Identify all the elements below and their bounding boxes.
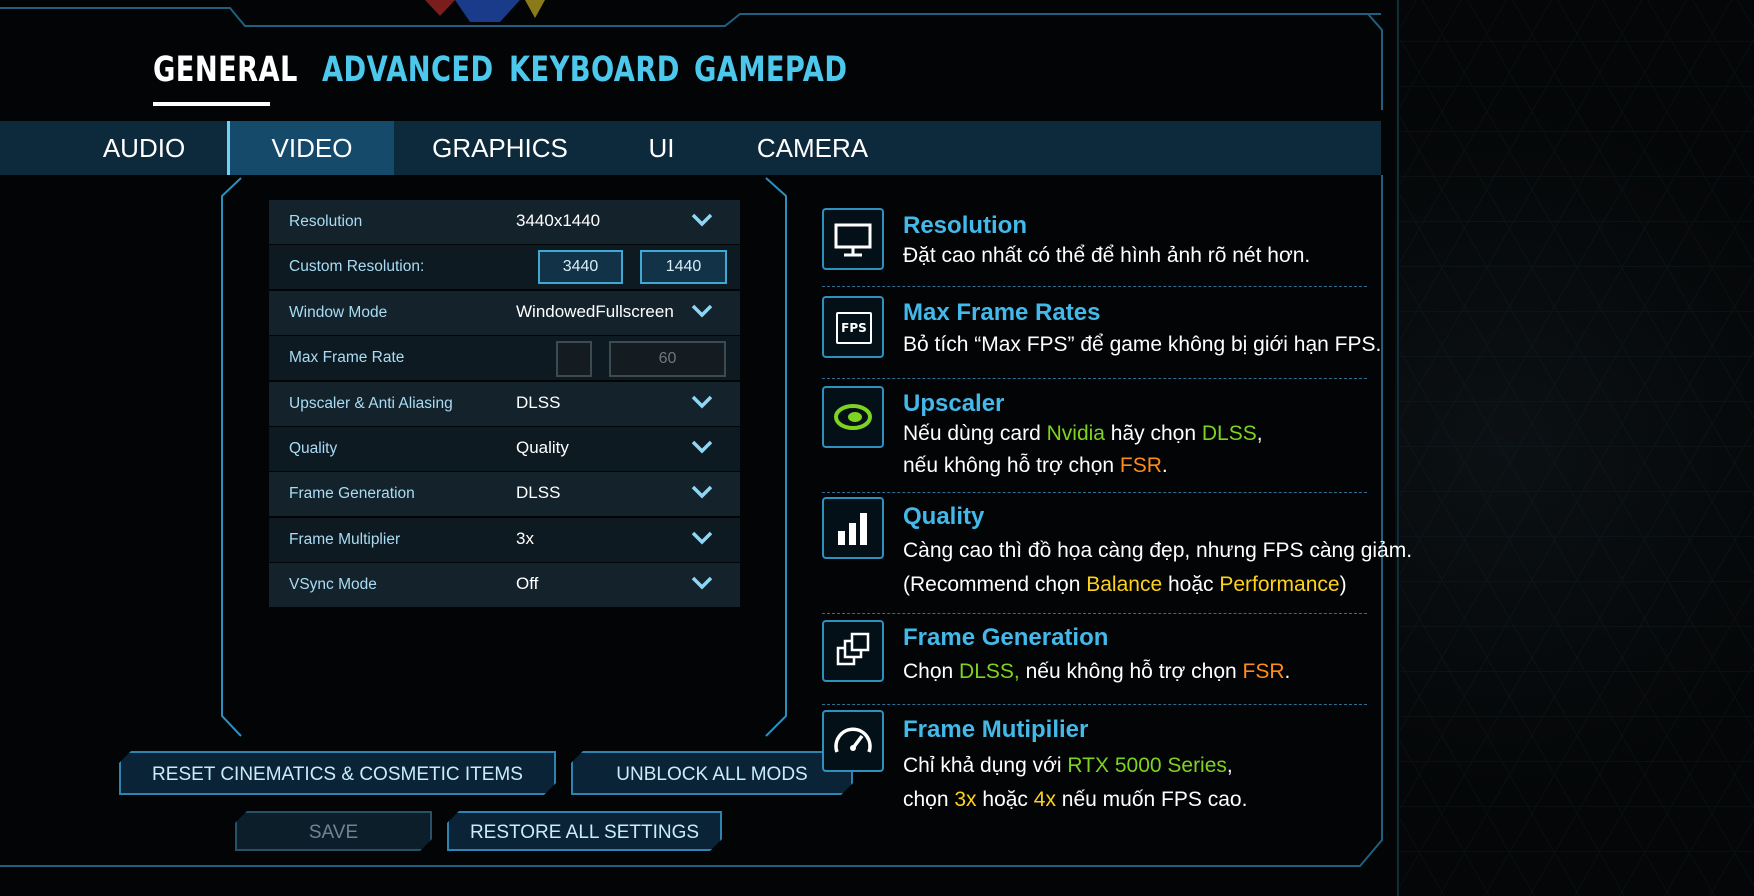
- subtab-graphics[interactable]: GRAPHICS: [405, 121, 595, 175]
- quality-value: Quality: [516, 438, 569, 457]
- info-frame-multiplier: Frame Mutipilier Chỉ khả dụng với RTX 50…: [822, 710, 1367, 820]
- vsync-label: VSync Mode: [289, 576, 377, 593]
- info-quality-line1: Càng cao thì đồ họa càng đẹp, nhưng FPS …: [903, 539, 1413, 562]
- divider: [822, 492, 1367, 493]
- custom-height-input[interactable]: 1440: [640, 250, 727, 284]
- upscaler-label: Upscaler & Anti Aliasing: [289, 395, 453, 412]
- custom-width-input[interactable]: 3440: [538, 250, 623, 284]
- custom-resolution-label: Custom Resolution:: [289, 258, 425, 275]
- unblock-mods-button[interactable]: UNBLOCK ALL MODS: [571, 751, 853, 795]
- info-frame-generation-title: Frame Generation: [903, 624, 1109, 651]
- info-frame-generation: Frame Generation Chọn DLSS, nếu không hỗ…: [822, 620, 1367, 690]
- chevron-down-icon[interactable]: [690, 573, 714, 593]
- upscaler-value: DLSS: [516, 393, 561, 412]
- frame-generation-row[interactable]: Frame Generation DLSS: [269, 472, 740, 516]
- tab-gamepad[interactable]: GAMEPAD: [694, 50, 847, 90]
- bar-chart-icon: [822, 497, 884, 559]
- info-max-frame-rates-title: Max Frame Rates: [903, 299, 1101, 326]
- reset-cinematics-button[interactable]: RESET CINEMATICS & COSMETIC ITEMS: [119, 751, 556, 795]
- subtab-video[interactable]: VIDEO: [227, 121, 394, 175]
- info-max-frame-rates-text: Bỏ tích “Max FPS” để game không bị giới …: [903, 333, 1382, 356]
- info-quality: Quality Càng cao thì đồ họa càng đẹp, nh…: [822, 497, 1412, 607]
- window-mode-row[interactable]: Window Mode WindowedFullscreen: [269, 291, 740, 335]
- fps-icon-label: FPS: [836, 312, 872, 344]
- frame-generation-value: DLSS: [516, 483, 561, 502]
- info-resolution-title: Resolution: [903, 212, 1027, 239]
- info-quality-title: Quality: [903, 503, 985, 530]
- custom-resolution-row: Custom Resolution: 3440 1440: [269, 245, 740, 289]
- divider: [822, 286, 1367, 287]
- info-upscaler: Upscaler Nếu dùng card Nvidia hãy chọn D…: [822, 386, 1367, 486]
- nvidia-icon: [822, 386, 884, 448]
- divider: [822, 704, 1367, 705]
- chevron-down-icon[interactable]: [690, 210, 714, 230]
- active-tab-underline: [153, 102, 270, 106]
- chevron-down-icon[interactable]: [690, 392, 714, 412]
- max-frame-rate-input[interactable]: 60: [609, 341, 726, 377]
- tab-advanced[interactable]: ADVANCED: [322, 50, 494, 90]
- quality-row[interactable]: Quality Quality: [269, 427, 740, 471]
- chevron-down-icon[interactable]: [690, 301, 714, 321]
- vsync-row[interactable]: VSync Mode Off: [269, 563, 740, 607]
- resolution-row[interactable]: Resolution 3440x1440: [269, 200, 740, 244]
- resolution-value: 3440x1440: [516, 211, 601, 230]
- frame-generation-label: Frame Generation: [289, 485, 415, 502]
- info-resolution-text: Đặt cao nhất có thể để hình ảnh rõ nét h…: [903, 244, 1311, 267]
- max-frame-rate-checkbox[interactable]: [556, 341, 592, 377]
- window-mode-value: WindowedFullscreen: [516, 302, 674, 321]
- gauge-icon: [822, 710, 884, 772]
- frame-multiplier-label: Frame Multiplier: [289, 531, 401, 548]
- tab-keyboard[interactable]: KEYBOARD: [509, 50, 680, 90]
- subtab-camera[interactable]: CAMERA: [735, 121, 890, 175]
- info-upscaler-line2: nếu không hỗ trợ chọn FSR.: [903, 454, 1168, 477]
- tab-general[interactable]: GENERAL: [153, 50, 298, 90]
- info-frame-multiplier-line2: chọn 3x hoặc 4x nếu muốn FPS cao.: [903, 788, 1248, 811]
- info-upscaler-line1: Nếu dùng card Nvidia hãy chọn DLSS,: [903, 422, 1263, 445]
- info-upscaler-title: Upscaler: [903, 390, 1005, 417]
- video-settings-panel: Resolution 3440x1440 Custom Resolution: …: [269, 200, 740, 611]
- restore-settings-button[interactable]: RESTORE ALL SETTINGS: [447, 811, 722, 851]
- chevron-down-icon[interactable]: [690, 482, 714, 502]
- monitor-icon: [822, 208, 884, 270]
- stacked-frames-icon: [822, 620, 884, 682]
- subtab-ui[interactable]: UI: [610, 121, 713, 175]
- vsync-value: Off: [516, 574, 539, 593]
- max-frame-rate-label: Max Frame Rate: [289, 349, 405, 366]
- subtab-audio[interactable]: AUDIO: [70, 121, 218, 175]
- info-frame-generation-text: Chọn DLSS, nếu không hỗ trợ chọn FSR.: [903, 660, 1291, 683]
- frame-multiplier-row[interactable]: Frame Multiplier 3x: [269, 518, 740, 562]
- info-frame-multiplier-line1: Chỉ khả dụng với RTX 5000 Series,: [903, 754, 1233, 777]
- info-resolution: Resolution Đặt cao nhất có thể để hình ả…: [822, 208, 1367, 278]
- resolution-label: Resolution: [289, 213, 363, 230]
- quality-label: Quality: [289, 440, 338, 457]
- max-frame-rate-row: Max Frame Rate 60: [269, 336, 740, 380]
- save-button[interactable]: SAVE: [235, 811, 432, 851]
- info-quality-line2: (Recommend chọn Balance hoặc Performance…: [903, 573, 1347, 596]
- chevron-down-icon[interactable]: [690, 528, 714, 548]
- chevron-down-icon[interactable]: [690, 437, 714, 457]
- window-mode-label: Window Mode: [289, 304, 388, 321]
- info-frame-multiplier-title: Frame Mutipilier: [903, 716, 1089, 743]
- fps-icon: FPS: [822, 296, 884, 358]
- upscaler-row[interactable]: Upscaler & Anti Aliasing DLSS: [269, 382, 740, 426]
- divider: [822, 613, 1367, 614]
- frame-multiplier-value: 3x: [516, 529, 534, 548]
- info-max-frame-rates: FPS Max Frame Rates Bỏ tích “Max FPS” để…: [822, 296, 1381, 366]
- divider: [822, 378, 1367, 379]
